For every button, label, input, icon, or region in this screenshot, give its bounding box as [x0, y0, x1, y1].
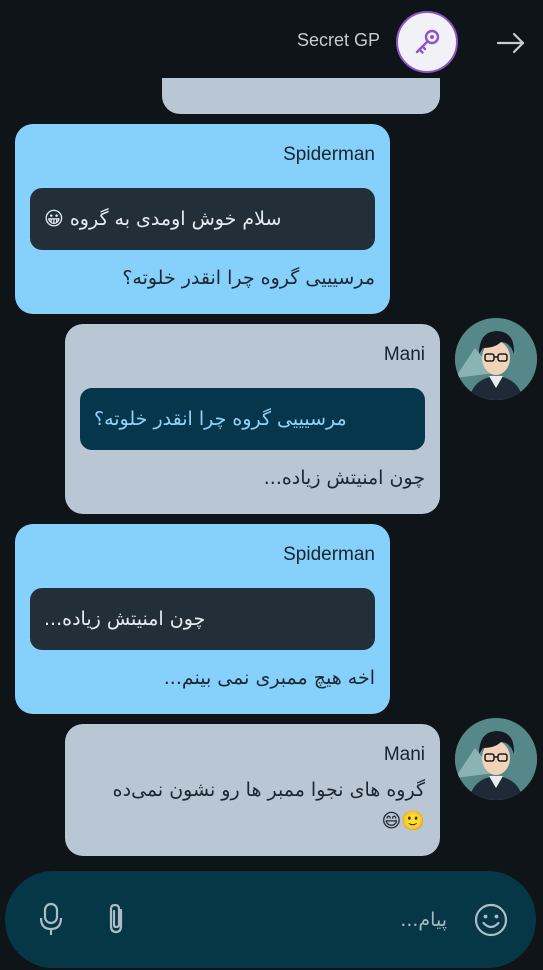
message-text: مرسیییی گروه چرا انقدر خلوته؟ [122, 267, 375, 289]
quoted-message-text: سلام خوش اومدی به گروه 😀 [44, 208, 282, 230]
chat-title: Secret GP [296, 30, 380, 50]
quoted-message[interactable]: چون امنیتش زیاده... [30, 588, 375, 650]
message-bubble[interactable]: Spiderman چون امنیتش زیاده... اخه هیچ مم… [15, 524, 390, 714]
user-avatar-image [455, 718, 537, 800]
paperclip-icon [109, 903, 123, 934]
attach-button[interactable] [102, 901, 132, 937]
message-sender: Mani [383, 344, 425, 365]
message-text: گروه های نجوا ممبر ها رو نشون نمی‌ده [112, 779, 425, 801]
message-sender: Spiderman [283, 544, 375, 565]
group-avatar[interactable] [396, 11, 458, 73]
message-text: اخه هیچ ممبری نمی بینم... [163, 667, 375, 689]
avatar[interactable] [455, 318, 537, 400]
message-text: چون امنیتش زیاده... [263, 467, 425, 489]
quoted-message-text: چون امنیتش زیاده... [44, 608, 206, 630]
chat-header: Secret GP [0, 0, 543, 90]
quoted-message[interactable]: مرسیییی گروه چرا انقدر خلوته؟ [80, 388, 425, 450]
message-sender: Spiderman [283, 144, 375, 165]
message-sender: Mani [383, 744, 425, 765]
message-bubble[interactable]: Mani گروه های نجوا ممبر ها رو نشون نمی‌د… [65, 724, 440, 856]
emoji-button[interactable] [473, 902, 509, 938]
quoted-message-text: مرسیییی گروه چرا انقدر خلوته؟ [94, 408, 347, 430]
back-button[interactable] [494, 27, 528, 59]
message-composer [5, 871, 536, 968]
avatar[interactable] [455, 718, 537, 800]
smiley-icon [474, 903, 508, 937]
key-icon [415, 29, 440, 54]
previous-message-bubble [162, 78, 440, 114]
microphone-icon [39, 902, 63, 935]
message-bubble[interactable]: Mani مرسیییی گروه چرا انقدر خلوته؟ چون ا… [65, 324, 440, 514]
message-input[interactable] [145, 899, 449, 941]
message-bubble[interactable]: Spiderman سلام خوش اومدی به گروه 😀 مرسیی… [15, 124, 390, 314]
microphone-button[interactable] [35, 901, 67, 937]
arrow-right-icon [496, 32, 525, 54]
user-avatar-image [455, 318, 537, 400]
message-emoji: 🙂😄 [381, 810, 425, 832]
quoted-message[interactable]: سلام خوش اومدی به گروه 😀 [30, 188, 375, 250]
